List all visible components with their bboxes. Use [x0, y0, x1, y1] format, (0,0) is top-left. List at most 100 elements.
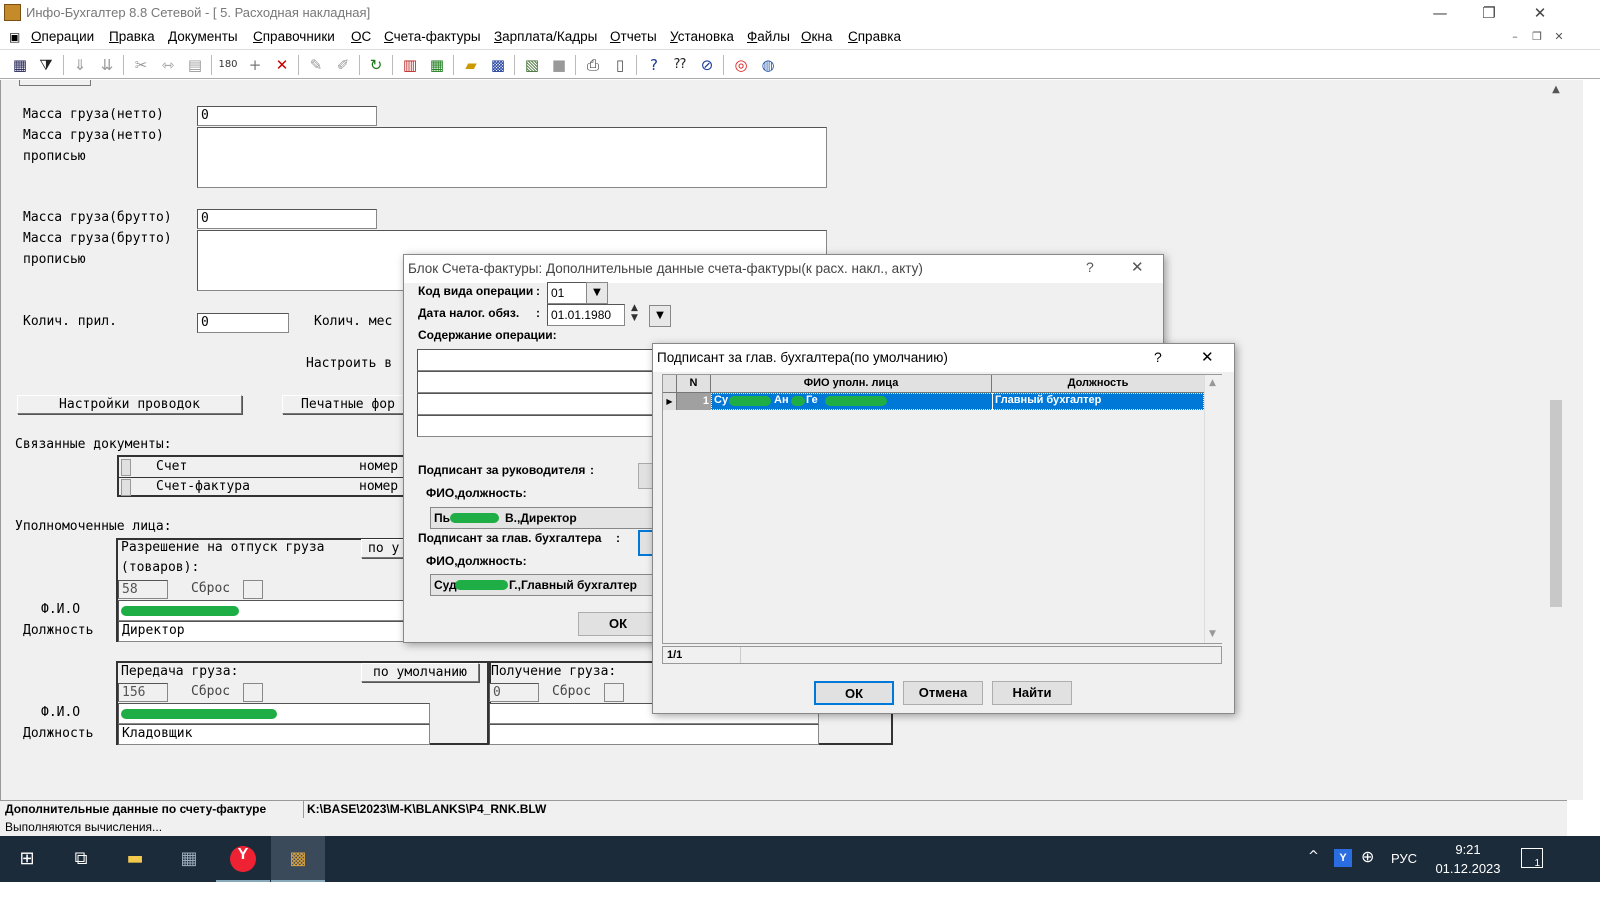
menu-settings[interactable]: Установка [670, 29, 734, 44]
grid-scroll-down-icon[interactable]: ▼ [1209, 629, 1216, 639]
print-icon[interactable]: ⎙ [582, 54, 604, 76]
receive-reset-checkbox[interactable] [604, 683, 624, 702]
dialog-close-button[interactable]: ✕ [1201, 348, 1214, 366]
transfer-position-input[interactable]: Кладовщик [118, 724, 430, 745]
lifebuoy-icon[interactable]: ◎ [730, 54, 752, 76]
linked-doc-name[interactable]: Счет-фактура [156, 479, 250, 494]
preview-icon[interactable]: ▯ [609, 54, 631, 76]
cut-icon[interactable]: ✂ [130, 54, 152, 76]
help-icon[interactable]: ? [643, 54, 665, 76]
globe-icon[interactable]: ◍ [757, 54, 779, 76]
date-spinner-icon[interactable]: ▲ ▼ [631, 303, 638, 323]
mdi-minimize-button[interactable]: – [1505, 30, 1525, 46]
notification-center-icon[interactable]: 1 [1521, 848, 1543, 869]
menu-help[interactable]: Справка [848, 29, 901, 44]
pen2-icon[interactable]: ✐ [332, 54, 354, 76]
op-content-line-4[interactable] [417, 415, 657, 437]
grid-scrollbar[interactable]: ▲ ▼ [1204, 375, 1222, 643]
picker-ok-button[interactable]: ОК [814, 681, 894, 705]
add-icon[interactable]: + [244, 54, 266, 76]
mass-gross-input[interactable]: 0 [197, 209, 377, 229]
yandex-browser-icon[interactable]: Y [216, 836, 270, 882]
postings-settings-button[interactable]: Настройки проводок [17, 395, 242, 414]
tray-language[interactable]: РУС [1391, 851, 1417, 866]
tray-yandex-icon[interactable]: Y [1334, 849, 1352, 867]
menu-windows[interactable]: Окна [801, 29, 832, 44]
menu-operations[interactable]: Операции [31, 29, 94, 44]
receive-position-input[interactable] [489, 724, 819, 745]
calculator-icon[interactable]: ▦ [162, 836, 216, 882]
table-row[interactable]: 1 Су Ан Ге Главный бухгалтер [677, 393, 1204, 410]
restore-button[interactable]: ❐ [1466, 2, 1512, 24]
col-header-fio[interactable]: ФИО уполн. лица [711, 375, 992, 393]
print-forms-button[interactable]: Печатные фор [282, 395, 407, 414]
col-header-n[interactable]: N [677, 375, 711, 393]
linked-doc-num[interactable]: номер [359, 459, 398, 474]
dialog-ok-button[interactable]: ОК [578, 612, 658, 636]
row-marker[interactable] [121, 479, 131, 496]
dialog-help-button[interactable]: ? [1086, 259, 1094, 275]
menu-salary[interactable]: Зарплата/Кадры [494, 29, 597, 44]
help-pointer-icon[interactable]: ⁇ [669, 54, 691, 76]
release-reset-checkbox[interactable] [243, 580, 263, 599]
menu-invoices[interactable]: Счета-фактуры [384, 29, 481, 44]
menu-files[interactable]: Файлы [747, 29, 790, 44]
linked-doc-name[interactable]: Счет [156, 459, 187, 474]
mdi-doc-icon[interactable]: ▣ [9, 30, 23, 44]
transfer-default-button[interactable]: по умолчанию [361, 663, 479, 682]
close-button[interactable]: ✕ [1517, 2, 1563, 24]
scrollbar-thumb[interactable] [1550, 400, 1562, 607]
mdi-close-button[interactable]: ✕ [1549, 30, 1569, 46]
filter-icon[interactable]: ⧩ [35, 54, 57, 76]
transfer-reset-checkbox[interactable] [243, 683, 263, 702]
compass-icon[interactable]: ⊘ [696, 54, 718, 76]
op-content-line-3[interactable] [417, 393, 657, 415]
mdi-restore-button[interactable]: ❐ [1527, 30, 1547, 46]
start-windows-icon[interactable]: ⊞ [0, 836, 54, 882]
report-icon[interactable]: ▥ [399, 54, 421, 76]
tax-date-dropdown-icon[interactable]: ▼ [649, 305, 671, 327]
dialog-close-button[interactable]: ✕ [1131, 258, 1144, 276]
open-folder-icon[interactable]: ▰ [460, 54, 482, 76]
menu-reports[interactable]: Отчеты [610, 29, 657, 44]
menu-edit[interactable]: Правка [109, 29, 155, 44]
mass-net-input[interactable]: 0 [197, 106, 377, 126]
op-content-line-2[interactable] [417, 371, 657, 393]
tax-date-input[interactable]: 01.01.1980 [547, 304, 625, 326]
table-icon[interactable]: ▦ [426, 54, 448, 76]
dialog-help-button[interactable]: ? [1154, 349, 1162, 365]
tray-chevron-up-icon[interactable]: ^ [1308, 849, 1319, 864]
picker-cancel-button[interactable]: Отмена [903, 681, 983, 705]
transfer-fio-input[interactable] [118, 703, 430, 724]
task-view-icon[interactable]: ⧉ [54, 836, 108, 882]
paste-icon[interactable]: ▤ [184, 54, 206, 76]
minimize-button[interactable]: — [1417, 2, 1463, 24]
menu-documents[interactable]: Документы [168, 29, 238, 44]
op-code-input[interactable]: 01 [547, 282, 587, 304]
menu-references[interactable]: Справочники [253, 29, 335, 44]
sort-desc-icon[interactable]: ⇊ [96, 54, 118, 76]
release-position-input[interactable]: Директор [118, 621, 408, 642]
picker-find-button[interactable]: Найти [992, 681, 1072, 705]
row-marker[interactable] [121, 459, 131, 476]
info-accountant-task-icon[interactable]: ▩ [271, 836, 325, 882]
file-explorer-icon[interactable]: ▬ [108, 836, 162, 882]
op-content-line-1[interactable] [417, 349, 657, 371]
attachments-input[interactable]: 0 [197, 313, 289, 333]
save-icon[interactable]: ▩ [487, 54, 509, 76]
grid-icon[interactable]: ▦ [9, 54, 31, 76]
grid-scroll-up-icon[interactable]: ▲ [1209, 378, 1216, 388]
linked-doc-num[interactable]: номер [359, 479, 398, 494]
col-header-position[interactable]: Должность [992, 375, 1204, 393]
refresh-icon[interactable]: ↻ [365, 54, 387, 76]
sort-asc-icon[interactable]: ⇓ [69, 54, 91, 76]
tray-clock[interactable]: 9:21 01.12.2023 [1428, 840, 1508, 878]
move-icon[interactable]: ⇿ [157, 54, 179, 76]
calc180-icon[interactable]: 180 [217, 54, 239, 76]
release-default-button[interactable]: по у [361, 539, 406, 558]
scroll-up-icon[interactable]: ▲ [1550, 84, 1562, 95]
delete-icon[interactable]: ✕ [271, 54, 293, 76]
tray-network-globe-icon[interactable]: ⊕ [1361, 847, 1374, 866]
book-icon[interactable]: ▧ [521, 54, 543, 76]
release-fio-input[interactable] [118, 600, 408, 621]
